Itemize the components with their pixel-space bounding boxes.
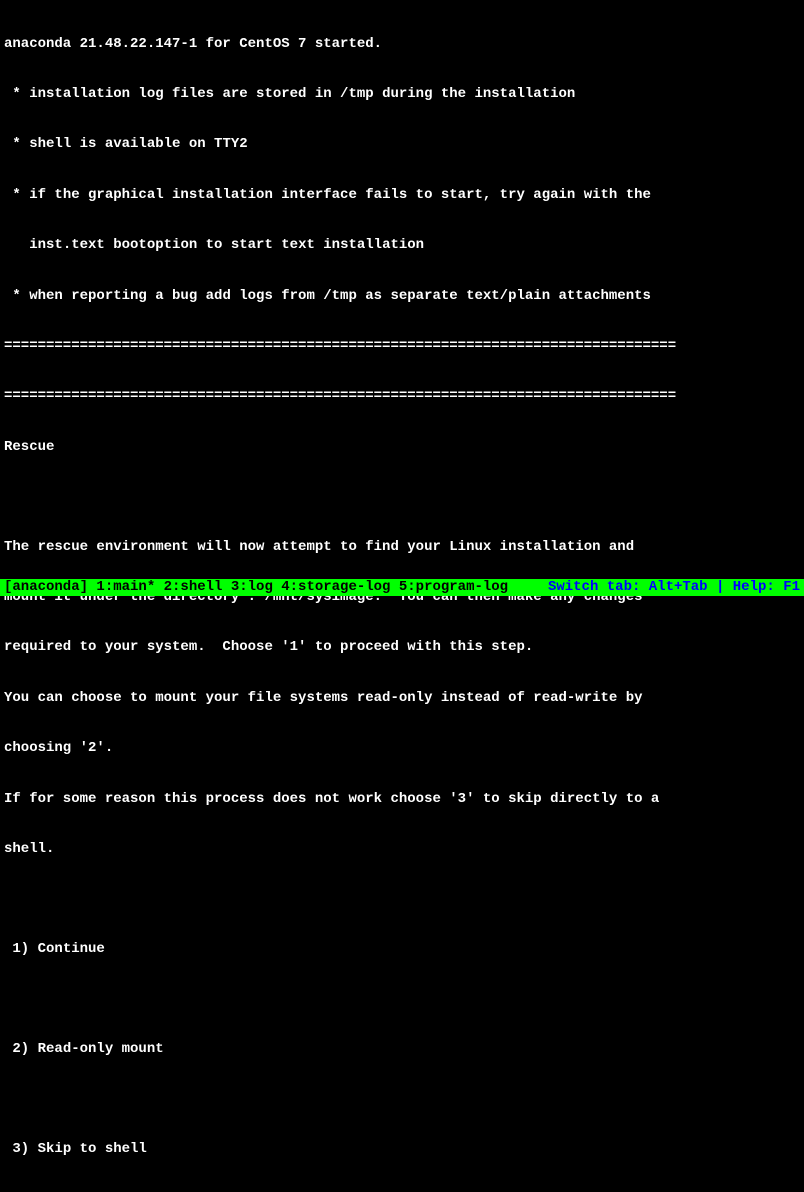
rescue-text	[4, 891, 800, 907]
rescue-text: You can choose to mount your file system…	[4, 690, 800, 707]
separator: ========================================…	[4, 338, 800, 355]
info-bullet: * installation log files are stored in /…	[4, 86, 800, 103]
rescue-text: shell.	[4, 841, 800, 858]
menu-option-readonly[interactable]: 2) Read-only mount	[4, 1041, 800, 1058]
info-bullet: * shell is available on TTY2	[4, 136, 800, 153]
rescue-title: Rescue	[4, 439, 800, 456]
menu-option-continue[interactable]: 1) Continue	[4, 941, 800, 958]
status-sessions[interactable]: [anaconda] 1:main* 2:shell 3:log 4:stora…	[4, 579, 508, 596]
tmux-status-bar: [anaconda] 1:main* 2:shell 3:log 4:stora…	[0, 579, 804, 596]
terminal-output: anaconda 21.48.22.147-1 for CentOS 7 sta…	[0, 0, 804, 1192]
rescue-text: If for some reason this process does not…	[4, 791, 800, 808]
rescue-text: choosing '2'.	[4, 740, 800, 757]
menu-option-skip[interactable]: 3) Skip to shell	[4, 1141, 800, 1158]
rescue-text	[4, 489, 800, 505]
info-bullet: * if the graphical installation interfac…	[4, 187, 800, 204]
status-help: Switch tab: Alt+Tab | Help: F1	[548, 579, 800, 596]
rescue-text: required to your system. Choose '1' to p…	[4, 639, 800, 656]
rescue-text: The rescue environment will now attempt …	[4, 539, 800, 556]
info-bullet: * when reporting a bug add logs from /tm…	[4, 288, 800, 305]
separator: ========================================…	[4, 388, 800, 405]
menu-spacer	[4, 991, 800, 1007]
menu-spacer	[4, 1091, 800, 1107]
info-bullet: inst.text bootoption to start text insta…	[4, 237, 800, 254]
anaconda-start-line: anaconda 21.48.22.147-1 for CentOS 7 sta…	[4, 36, 800, 53]
menu-spacer	[4, 1191, 800, 1192]
